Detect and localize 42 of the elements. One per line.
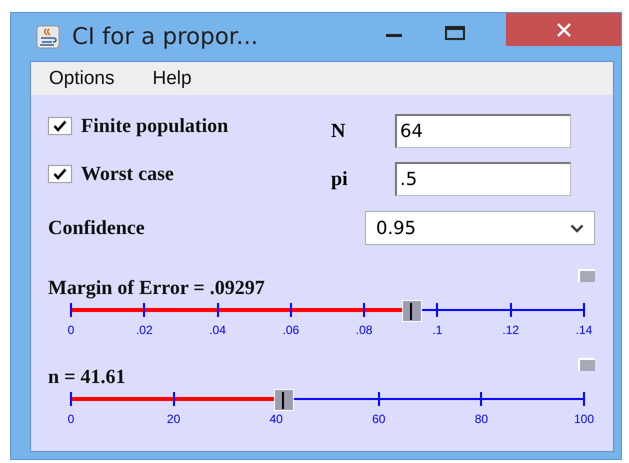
- slider-track[interactable]: [71, 300, 584, 320]
- tick-label: 60: [372, 412, 386, 426]
- tick-label: .14: [576, 323, 592, 337]
- input-field[interactable]: .5: [395, 162, 571, 196]
- slider-track[interactable]: [71, 389, 584, 409]
- tick-label: 80: [474, 412, 488, 426]
- input-field[interactable]: 64: [395, 114, 571, 148]
- tick-label: .1: [432, 323, 442, 337]
- tick-label: .08: [356, 323, 372, 337]
- checkbox-label: Worst case: [81, 162, 175, 186]
- tick-label: .12: [502, 323, 520, 337]
- tick-label: 0: [68, 323, 74, 337]
- tick-label: .04: [209, 323, 226, 337]
- slider-thumb[interactable]: [274, 389, 294, 411]
- tick-label: 0: [68, 412, 74, 426]
- tick-label: 20: [166, 412, 180, 426]
- close-button[interactable]: [506, 13, 621, 46]
- tick-label: .02: [136, 323, 153, 337]
- confidence-label: Confidence: [48, 216, 145, 240]
- checkmark-icon: [53, 168, 67, 180]
- checkmark-icon: [53, 120, 67, 132]
- menu-item[interactable]: Options: [49, 68, 114, 90]
- checkbox-label: Finite population: [81, 114, 230, 138]
- slider-thumb[interactable]: [402, 300, 422, 322]
- tick-label: 40: [270, 412, 283, 426]
- checkbox[interactable]: [48, 165, 72, 183]
- window-title: CI for a propor...: [72, 24, 258, 50]
- checkbox[interactable]: [48, 117, 72, 135]
- close-icon: [556, 22, 572, 38]
- slider-title: Margin of Error = .09297: [48, 277, 265, 300]
- maximize-icon[interactable]: [444, 25, 466, 43]
- chevron-down-icon: [570, 224, 584, 232]
- slider-title: n = 41.61: [48, 366, 126, 389]
- coffee-cup-icon: [36, 25, 60, 49]
- slider-toggle-button[interactable]: [578, 269, 595, 282]
- tick-label: .06: [282, 323, 300, 337]
- confidence-dropdown[interactable]: 0.95: [365, 211, 595, 245]
- slider-toggle-button[interactable]: [578, 358, 595, 371]
- menu-item[interactable]: Help: [152, 68, 192, 90]
- field-label: pi: [331, 168, 349, 190]
- field-label: N: [331, 120, 346, 142]
- tick-label: 100: [574, 412, 594, 426]
